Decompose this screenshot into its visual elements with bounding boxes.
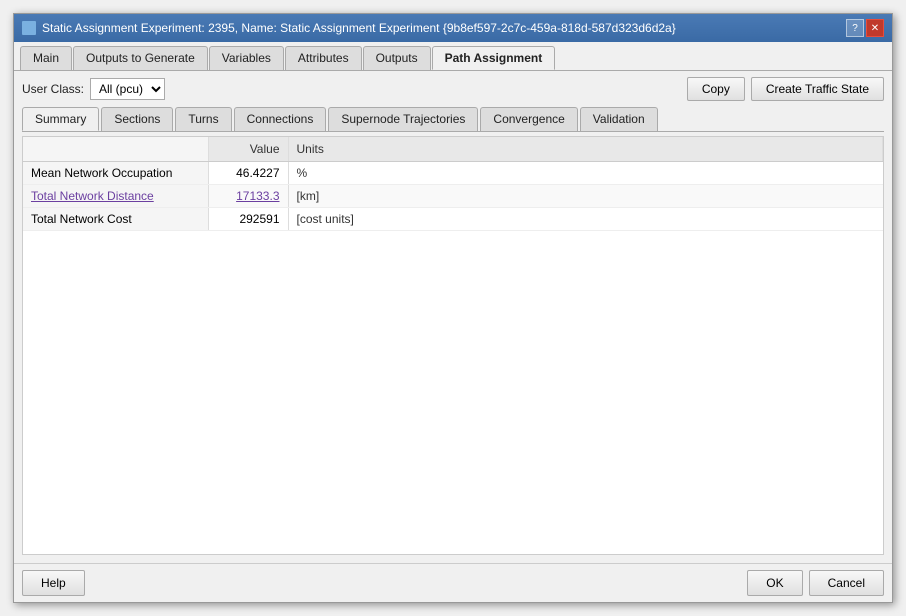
row-units: % xyxy=(288,162,883,185)
toolbar-right: Copy Create Traffic State xyxy=(687,77,884,101)
title-text: Static Assignment Experiment: 2395, Name… xyxy=(42,21,676,35)
table-row: Total Network Distance 17133.3 [km] xyxy=(23,185,883,208)
row-value-link[interactable]: 17133.3 xyxy=(236,189,279,203)
content-area: Summary Sections Turns Connections Super… xyxy=(14,107,892,563)
table-row: Mean Network Occupation46.4227% xyxy=(23,162,883,185)
col-header-name xyxy=(23,137,208,162)
tab-outputs[interactable]: Outputs xyxy=(363,46,431,70)
cancel-button[interactable]: Cancel xyxy=(809,570,884,596)
subtab-convergence[interactable]: Convergence xyxy=(480,107,577,131)
title-bar-left: Static Assignment Experiment: 2395, Name… xyxy=(22,21,676,35)
title-bar: Static Assignment Experiment: 2395, Name… xyxy=(14,14,892,42)
row-label-link[interactable]: Total Network Distance xyxy=(31,189,154,203)
row-units: [cost units] xyxy=(288,208,883,231)
row-value: 46.4227 xyxy=(208,162,288,185)
user-class-label: User Class: xyxy=(22,82,84,96)
user-class-select[interactable]: All (pcu) xyxy=(90,78,165,100)
subtab-validation[interactable]: Validation xyxy=(580,107,658,131)
help-title-button[interactable]: ? xyxy=(846,19,864,37)
row-value: 292591 xyxy=(208,208,288,231)
bottom-right-buttons: OK Cancel xyxy=(747,570,884,596)
row-label: Total Network Cost xyxy=(23,208,208,231)
create-traffic-state-button[interactable]: Create Traffic State xyxy=(751,77,884,101)
main-tabs: Main Outputs to Generate Variables Attri… xyxy=(14,42,892,71)
sub-tabs: Summary Sections Turns Connections Super… xyxy=(22,107,884,132)
row-value[interactable]: 17133.3 xyxy=(208,185,288,208)
tab-path-assignment[interactable]: Path Assignment xyxy=(432,46,556,70)
copy-button[interactable]: Copy xyxy=(687,77,745,101)
tab-variables[interactable]: Variables xyxy=(209,46,284,70)
subtab-turns[interactable]: Turns xyxy=(175,107,231,131)
toolbar-left: User Class: All (pcu) xyxy=(22,78,165,100)
subtab-supernode-trajectories[interactable]: Supernode Trajectories xyxy=(328,107,478,131)
summary-table: Value Units Mean Network Occupation46.42… xyxy=(23,137,883,231)
table-row: Total Network Cost292591[cost units] xyxy=(23,208,883,231)
subtab-connections[interactable]: Connections xyxy=(234,107,327,131)
col-header-units: Units xyxy=(288,137,883,162)
subtab-sections[interactable]: Sections xyxy=(101,107,173,131)
data-table-container: Value Units Mean Network Occupation46.42… xyxy=(22,136,884,555)
app-icon xyxy=(22,21,36,35)
ok-button[interactable]: OK xyxy=(747,570,802,596)
subtab-summary[interactable]: Summary xyxy=(22,107,99,131)
tab-main[interactable]: Main xyxy=(20,46,72,70)
tab-outputs-to-generate[interactable]: Outputs to Generate xyxy=(73,46,208,70)
row-label[interactable]: Total Network Distance xyxy=(23,185,208,208)
close-title-button[interactable]: ✕ xyxy=(866,19,884,37)
col-header-value: Value xyxy=(208,137,288,162)
help-button[interactable]: Help xyxy=(22,570,85,596)
toolbar: User Class: All (pcu) Copy Create Traffi… xyxy=(14,71,892,107)
row-units: [km] xyxy=(288,185,883,208)
row-label: Mean Network Occupation xyxy=(23,162,208,185)
title-bar-buttons: ? ✕ xyxy=(846,19,884,37)
bottom-bar: Help OK Cancel xyxy=(14,563,892,602)
dialog: Static Assignment Experiment: 2395, Name… xyxy=(13,13,893,603)
tab-attributes[interactable]: Attributes xyxy=(285,46,362,70)
